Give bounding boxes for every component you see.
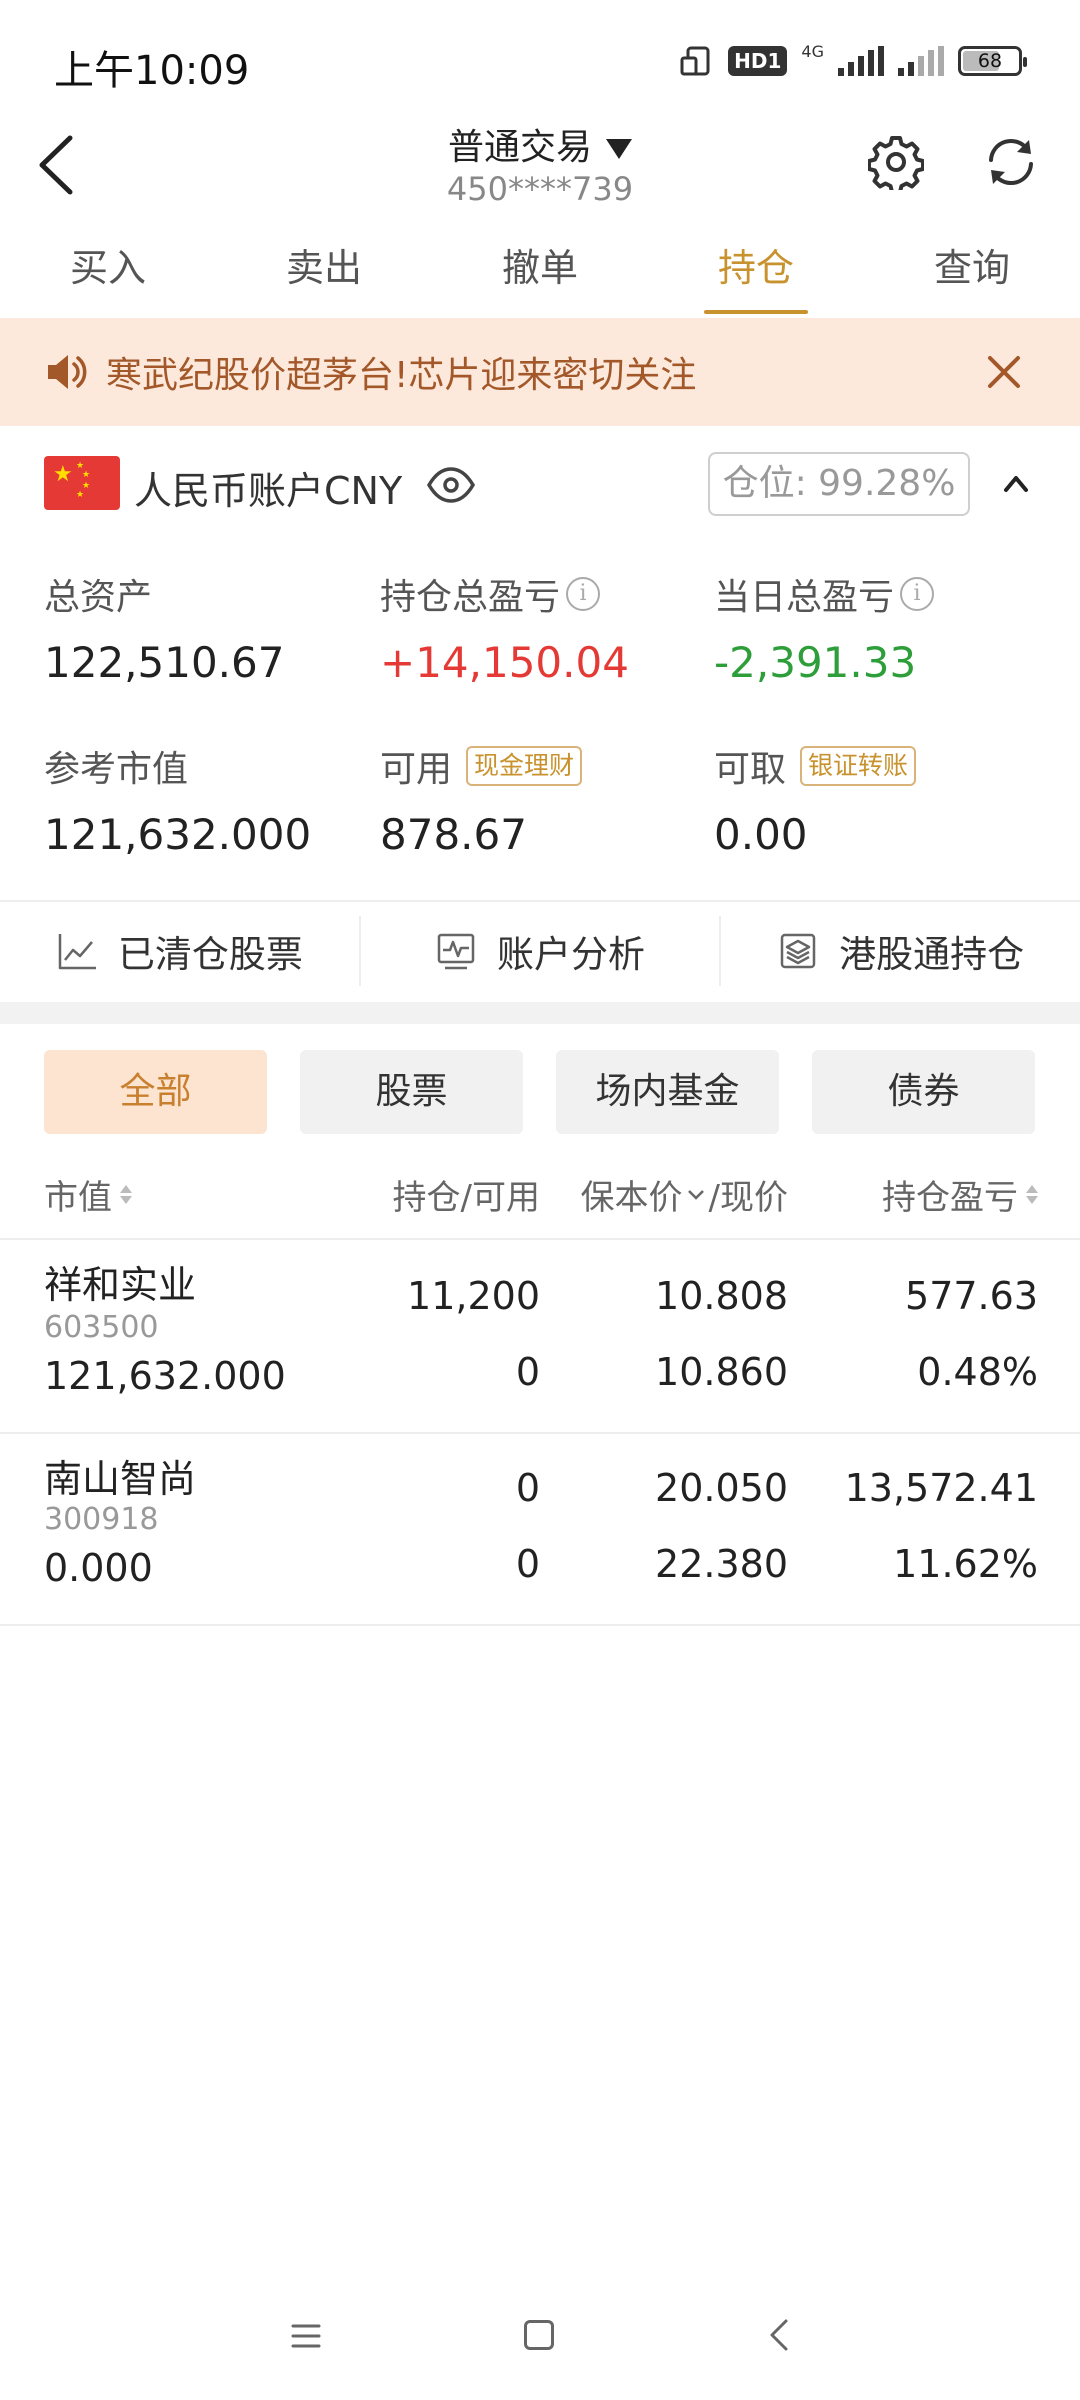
close-icon[interactable] — [982, 350, 1026, 394]
stock-cost-price: 10.808 — [655, 1274, 788, 1318]
stock-name: 南山智尚 — [44, 1457, 197, 1501]
market-value-value: 121,632.000 — [44, 810, 312, 859]
trade-tabs: 买入 卖出 撤单 持仓 查询 — [0, 232, 1080, 314]
stock-code: 603500 — [44, 1310, 159, 1345]
filter-bonds[interactable]: 债券 — [812, 1050, 1035, 1134]
filter-all[interactable]: 全部 — [44, 1050, 267, 1134]
holding-filters: 全部 股票 场内基金 债券 — [44, 1050, 1038, 1134]
stock-pl-percent: 0.48% — [917, 1350, 1038, 1394]
account-analysis-label: 账户分析 — [497, 933, 645, 976]
holding-pl-value: +14,150.04 — [380, 638, 629, 687]
dropdown-triangle-icon — [606, 139, 632, 159]
withdrawable-value: 0.00 — [714, 810, 808, 859]
signal-icon — [838, 46, 884, 76]
available-label: 可用 现金理财 — [380, 740, 583, 792]
account-analysis-button[interactable]: 账户分析 — [358, 916, 720, 986]
tab-cancel-order[interactable]: 撤单 — [432, 232, 648, 314]
withdrawable-label: 可取 银证转账 — [714, 740, 917, 792]
stock-pl: 577.63 — [905, 1274, 1038, 1318]
total-assets-label: 总资产 — [44, 577, 153, 618]
layers-icon — [780, 933, 816, 969]
holding-pl-label: 持仓总盈亏 i — [380, 568, 601, 620]
info-icon[interactable]: i — [900, 577, 935, 611]
battery-icon: 68 — [958, 46, 1027, 76]
stock-market-value: 0.000 — [44, 1546, 153, 1590]
status-time: 上午10:09 — [54, 48, 250, 94]
header-position: 持仓/可用 — [392, 1178, 540, 1218]
stock-position: 11,200 — [407, 1274, 540, 1318]
available-value: 878.67 — [380, 810, 527, 859]
speaker-icon — [48, 355, 87, 389]
filter-stocks[interactable]: 股票 — [300, 1050, 523, 1134]
rotate-lock-icon — [680, 46, 710, 76]
hd-badge: HD1 — [728, 46, 788, 76]
notice-text: 寒武纪股价超茅台!芯片迎来密切关注 — [106, 355, 697, 396]
chevron-down-icon — [687, 1189, 704, 1200]
stock-pl: 13,572.41 — [844, 1466, 1038, 1510]
china-flag-icon: ★ ★ ★ ★ ★ — [44, 456, 120, 510]
hk-connect-holdings-label: 港股通持仓 — [839, 933, 1025, 976]
cash-management-button[interactable]: 现金理财 — [466, 746, 583, 786]
network-type: 4G — [801, 42, 824, 61]
total-assets-value: 122,510.67 — [44, 638, 285, 687]
status-icons: HD1 4G 68 — [680, 42, 1027, 78]
tab-sell[interactable]: 卖出 — [216, 232, 432, 314]
notice-banner[interactable]: 寒武纪股价超茅台!芯片迎来密切关注 — [0, 318, 1080, 426]
refresh-icon[interactable] — [983, 134, 1039, 190]
hk-connect-holdings-button[interactable]: 港股通持仓 — [719, 916, 1080, 986]
menu-icon[interactable] — [290, 2322, 322, 2350]
tab-buy[interactable]: 买入 — [0, 232, 216, 314]
info-icon[interactable]: i — [566, 577, 601, 611]
stock-market-value: 121,632.000 — [44, 1354, 286, 1398]
daily-pl-value: -2,391.33 — [714, 638, 917, 687]
stock-cost-price: 20.050 — [655, 1466, 788, 1510]
tab-holdings[interactable]: 持仓 — [648, 232, 864, 314]
quick-actions: 已清仓股票 账户分析 港股通持仓 — [0, 902, 1080, 1000]
bank-transfer-button[interactable]: 银证转账 — [800, 746, 917, 786]
signal-2-icon — [898, 46, 944, 76]
chart-line-icon — [58, 934, 96, 970]
header-pl[interactable]: 持仓盈亏 — [882, 1170, 1038, 1219]
cleared-stocks-label: 已清仓股票 — [117, 933, 303, 976]
page-title-text: 普通交易 — [447, 127, 592, 168]
stock-available: 0 — [515, 1542, 540, 1586]
sort-icon — [1026, 1185, 1038, 1204]
nav-back-icon[interactable] — [768, 2318, 790, 2352]
stock-current-price: 22.380 — [655, 1542, 788, 1586]
cleared-stocks-button[interactable]: 已清仓股票 — [0, 916, 359, 986]
stock-current-price: 10.860 — [655, 1350, 788, 1394]
header-market-value[interactable]: 市值 — [44, 1170, 132, 1219]
market-value-label: 参考市值 — [44, 749, 189, 790]
header-price[interactable]: 保本价/现价 — [581, 1170, 788, 1219]
position-ratio: 仓位: 99.28% — [708, 452, 970, 516]
collapse-chevron-icon[interactable] — [1000, 470, 1032, 496]
sort-icon — [120, 1185, 132, 1204]
stock-name: 祥和实业 — [44, 1263, 197, 1307]
stock-position: 0 — [515, 1466, 540, 1510]
account-name: 人民币账户CNY — [134, 469, 403, 513]
eye-icon[interactable] — [426, 464, 476, 506]
section-separator — [0, 1002, 1080, 1024]
divider — [0, 1624, 1080, 1626]
daily-pl-label: 当日总盈亏 i — [714, 568, 935, 620]
analysis-icon — [437, 933, 475, 970]
stock-code: 300918 — [44, 1502, 159, 1537]
filter-exchange-funds[interactable]: 场内基金 — [556, 1050, 779, 1134]
stock-pl-percent: 11.62% — [893, 1542, 1038, 1586]
stock-available: 0 — [515, 1350, 540, 1394]
battery-level: 68 — [977, 50, 1003, 72]
home-button[interactable] — [524, 2320, 554, 2350]
gear-icon[interactable] — [868, 134, 924, 190]
tab-query[interactable]: 查询 — [864, 232, 1080, 314]
